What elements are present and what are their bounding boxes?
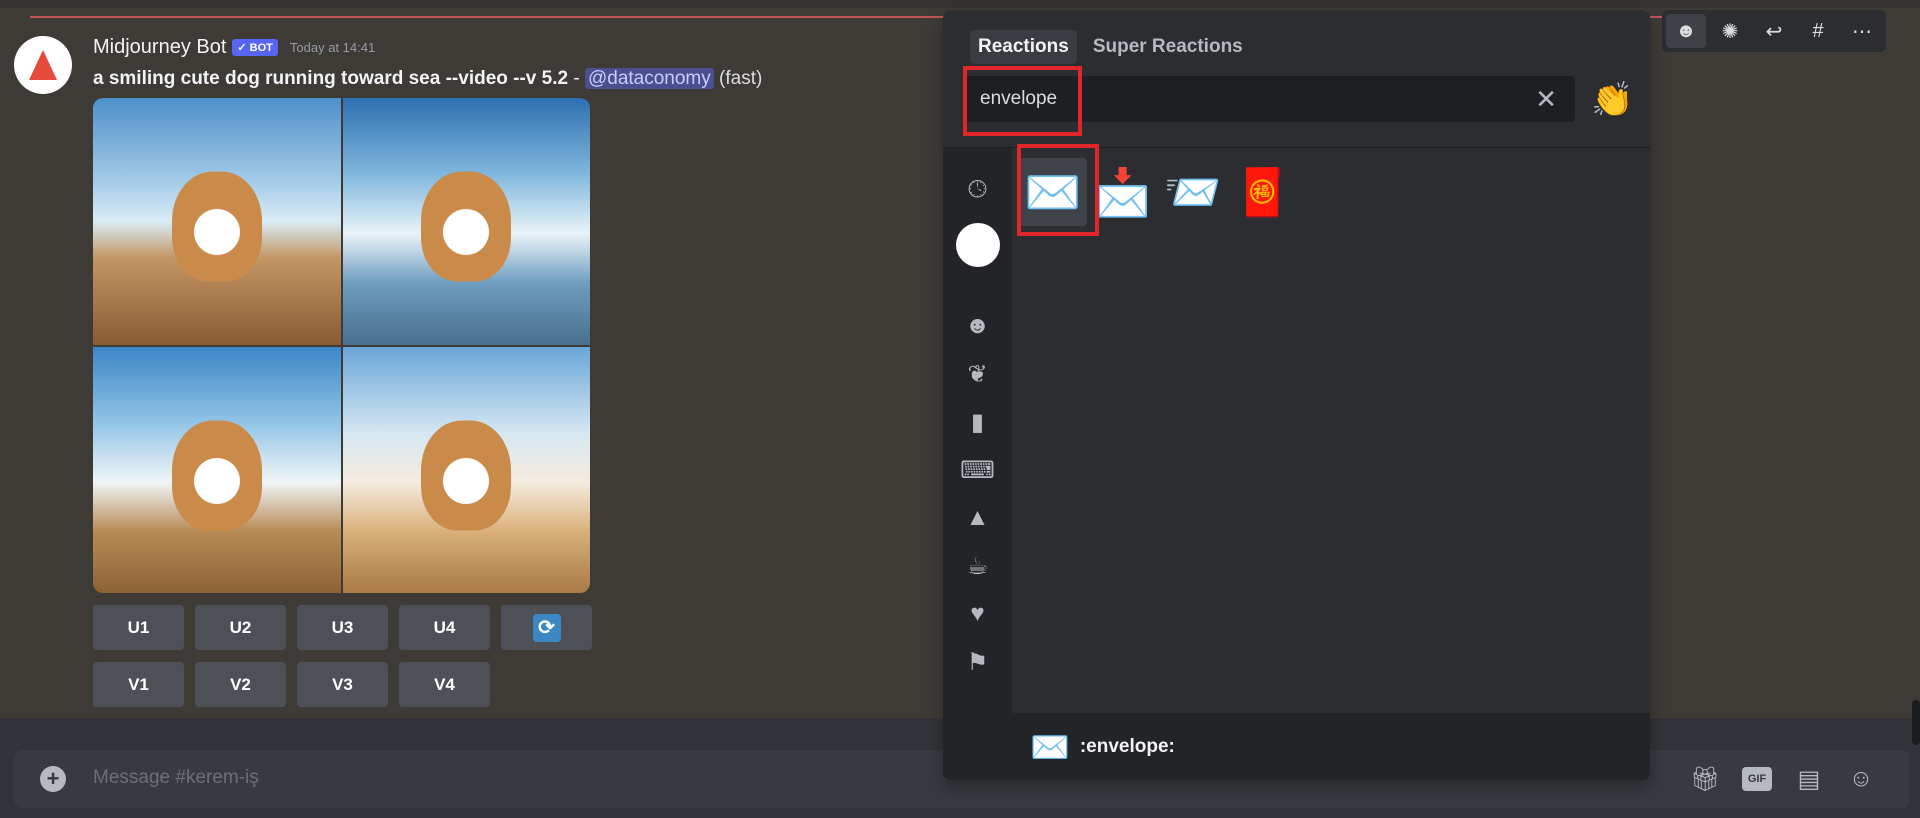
preview-emoji-name: :envelope: bbox=[1079, 735, 1175, 757]
emoji-icon[interactable]: ☺ bbox=[1846, 764, 1876, 794]
generated-image-1[interactable] bbox=[93, 98, 341, 345]
upscale-row: U1 U2 U3 U4 ⟳ bbox=[93, 605, 592, 650]
food-icon[interactable]: ▮ bbox=[943, 408, 1012, 437]
u3-button[interactable]: U3 bbox=[297, 605, 388, 650]
message-header: Midjourney Bot ✓ BOT Today at 14:41 bbox=[93, 36, 375, 59]
mode-label: (fast) bbox=[719, 68, 763, 89]
reroll-button[interactable]: ⟳ bbox=[501, 605, 592, 650]
emoji-red-envelope[interactable]: 🧧 bbox=[1229, 158, 1297, 226]
u4-button[interactable]: U4 bbox=[399, 605, 490, 650]
generated-image-3[interactable] bbox=[93, 346, 341, 593]
timestamp: Today at 14:41 bbox=[289, 40, 376, 55]
scrollbar[interactable] bbox=[1912, 700, 1920, 745]
v1-button[interactable]: V1 bbox=[93, 662, 184, 707]
emoji-incoming-envelope[interactable]: 📨 bbox=[1159, 158, 1227, 226]
create-thread-icon[interactable]: # bbox=[1798, 14, 1838, 48]
separator: - bbox=[568, 68, 585, 89]
gif-button[interactable]: GIF bbox=[1742, 767, 1772, 791]
u2-button[interactable]: U2 bbox=[195, 605, 286, 650]
result-highlight-box bbox=[1017, 144, 1099, 236]
reply-icon[interactable]: ↩ bbox=[1754, 14, 1794, 48]
more-icon[interactable]: ⋯ bbox=[1842, 14, 1882, 48]
add-reaction-icon[interactable]: ☻ bbox=[1666, 14, 1706, 48]
prompt-text: a smiling cute dog running toward sea --… bbox=[93, 68, 569, 89]
v2-button[interactable]: V2 bbox=[195, 662, 286, 707]
upload-plus-icon[interactable]: + bbox=[40, 766, 66, 792]
preview-emoji: ✉️ bbox=[1030, 728, 1070, 765]
leaf-icon[interactable]: ❦ bbox=[943, 360, 1012, 389]
midjourney-logo-icon bbox=[29, 50, 57, 80]
close-icon[interactable]: ✕ bbox=[1535, 84, 1557, 115]
flag-icon[interactable]: ⚑ bbox=[943, 648, 1012, 677]
travel-icon[interactable]: ▲ bbox=[943, 504, 1012, 532]
composer-actions: 🎁︎ GIF ▤ ☺ bbox=[1690, 764, 1876, 794]
author-name[interactable]: Midjourney Bot bbox=[93, 36, 226, 59]
smiley-icon[interactable]: ☻ bbox=[943, 312, 1012, 340]
user-mention[interactable]: @dataconomy bbox=[584, 68, 714, 89]
picker-tabs: Reactions Super Reactions bbox=[970, 30, 1251, 64]
tab-reactions[interactable]: Reactions bbox=[970, 30, 1077, 64]
v4-button[interactable]: V4 bbox=[399, 662, 490, 707]
image-grid[interactable] bbox=[93, 98, 590, 593]
emoji-picker: Reactions Super Reactions ✕ 👏 🕓︎ ☻ ❦ ▮ ⌨… bbox=[943, 10, 1650, 780]
refresh-icon: ⟳ bbox=[532, 613, 561, 642]
generated-image-2[interactable] bbox=[342, 98, 590, 345]
search-highlight-box bbox=[963, 66, 1082, 136]
super-reaction-icon[interactable]: ✺ bbox=[1710, 14, 1750, 48]
clock-icon[interactable]: 🕓︎ bbox=[943, 176, 1012, 204]
message-placeholder[interactable]: Message #kerem-iş bbox=[93, 767, 259, 789]
category-sidebar: 🕓︎ ☻ ❦ ▮ ⌨ ▲ ☕︎ ♥ ⚑ bbox=[943, 148, 1012, 780]
generated-image-4[interactable] bbox=[342, 346, 590, 593]
coffee-icon[interactable]: ☕︎ bbox=[943, 552, 1012, 581]
gift-icon[interactable]: 🎁︎ bbox=[1690, 764, 1720, 794]
top-strip bbox=[0, 0, 1920, 8]
tab-super-reactions[interactable]: Super Reactions bbox=[1085, 30, 1251, 64]
bot-badge: ✓ BOT bbox=[232, 39, 278, 56]
server-emoji-avatar[interactable] bbox=[943, 223, 1012, 267]
sticker-icon[interactable]: ▤ bbox=[1794, 764, 1824, 794]
u1-button[interactable]: U1 bbox=[93, 605, 184, 650]
message-content: a smiling cute dog running toward sea --… bbox=[93, 68, 762, 90]
v3-button[interactable]: V3 bbox=[297, 662, 388, 707]
skin-tone-selector[interactable]: 👏 bbox=[1591, 80, 1633, 120]
heart-icon[interactable]: ♥ bbox=[943, 600, 1012, 628]
avatar[interactable] bbox=[14, 36, 72, 94]
variation-row: V1 V2 V3 V4 bbox=[93, 662, 490, 707]
message-toolbar: ☻ ✺ ↩ # ⋯ bbox=[1662, 10, 1886, 52]
game-controller-icon[interactable]: ⌨ bbox=[943, 456, 1012, 485]
emoji-envelope-with-arrow[interactable]: 📩 bbox=[1089, 158, 1157, 226]
emoji-preview-footer: ✉️ :envelope: bbox=[1012, 713, 1650, 780]
